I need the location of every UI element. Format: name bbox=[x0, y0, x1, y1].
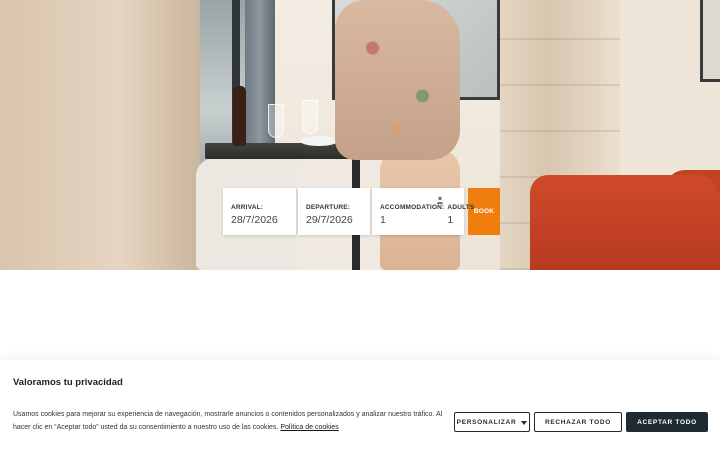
departure-label: DEPARTURE: bbox=[306, 204, 351, 211]
reject-all-button[interactable]: RECHAZAR TODO bbox=[534, 412, 622, 432]
hero-frame bbox=[700, 0, 720, 82]
hero-glass bbox=[302, 100, 318, 134]
guests-field[interactable]: ACCOMMODATION: 1 ADULTS 1 bbox=[372, 188, 474, 235]
accept-all-button[interactable]: ACEPTAR TODO bbox=[626, 412, 708, 432]
cookie-message-text: Usamos cookies para mejorar su experienc… bbox=[13, 411, 443, 431]
hero-glass bbox=[268, 104, 284, 138]
departure-date: 29/7/2026 bbox=[306, 214, 353, 226]
hero-wine-bottle bbox=[233, 86, 246, 146]
cookie-banner-message: Usamos cookies para mejorar su experienc… bbox=[13, 409, 448, 434]
booking-widget: ARRIVAL: 28/7/2026 DEPARTURE: 29/7/2026 … bbox=[223, 188, 500, 235]
chevron-down-icon bbox=[521, 421, 528, 425]
cookie-consent-banner: Valoramos tu privacidad Usamos cookies p… bbox=[0, 360, 720, 450]
hero-blurred-wall bbox=[0, 0, 200, 270]
cookie-policy-link[interactable]: Política de cookies bbox=[280, 424, 338, 431]
customize-button[interactable]: PERSONALIZAR bbox=[454, 412, 530, 432]
arrival-label: ARRIVAL: bbox=[231, 204, 264, 211]
accommodation-label: ACCOMMODATION: bbox=[380, 204, 445, 211]
accommodation-count: 1 bbox=[380, 214, 386, 226]
hero-sofa bbox=[530, 175, 720, 270]
adults-count: 1 bbox=[447, 214, 454, 226]
adults-label: ADULTS bbox=[447, 204, 475, 211]
cookie-banner-title: Valoramos tu privacidad bbox=[13, 377, 123, 388]
arrival-date: 28/7/2026 bbox=[231, 214, 278, 226]
adults-selector[interactable]: ADULTS 1 bbox=[447, 194, 474, 235]
departure-field[interactable]: DEPARTURE: 29/7/2026 bbox=[298, 188, 370, 235]
accommodation-selector[interactable]: ACCOMMODATION: 1 bbox=[380, 194, 444, 235]
arrival-field[interactable]: ARRIVAL: 28/7/2026 bbox=[223, 188, 296, 235]
customize-button-label: PERSONALIZAR bbox=[456, 418, 517, 426]
person-icon bbox=[436, 196, 444, 204]
hero-person bbox=[335, 0, 460, 160]
hero-plate bbox=[300, 136, 338, 146]
